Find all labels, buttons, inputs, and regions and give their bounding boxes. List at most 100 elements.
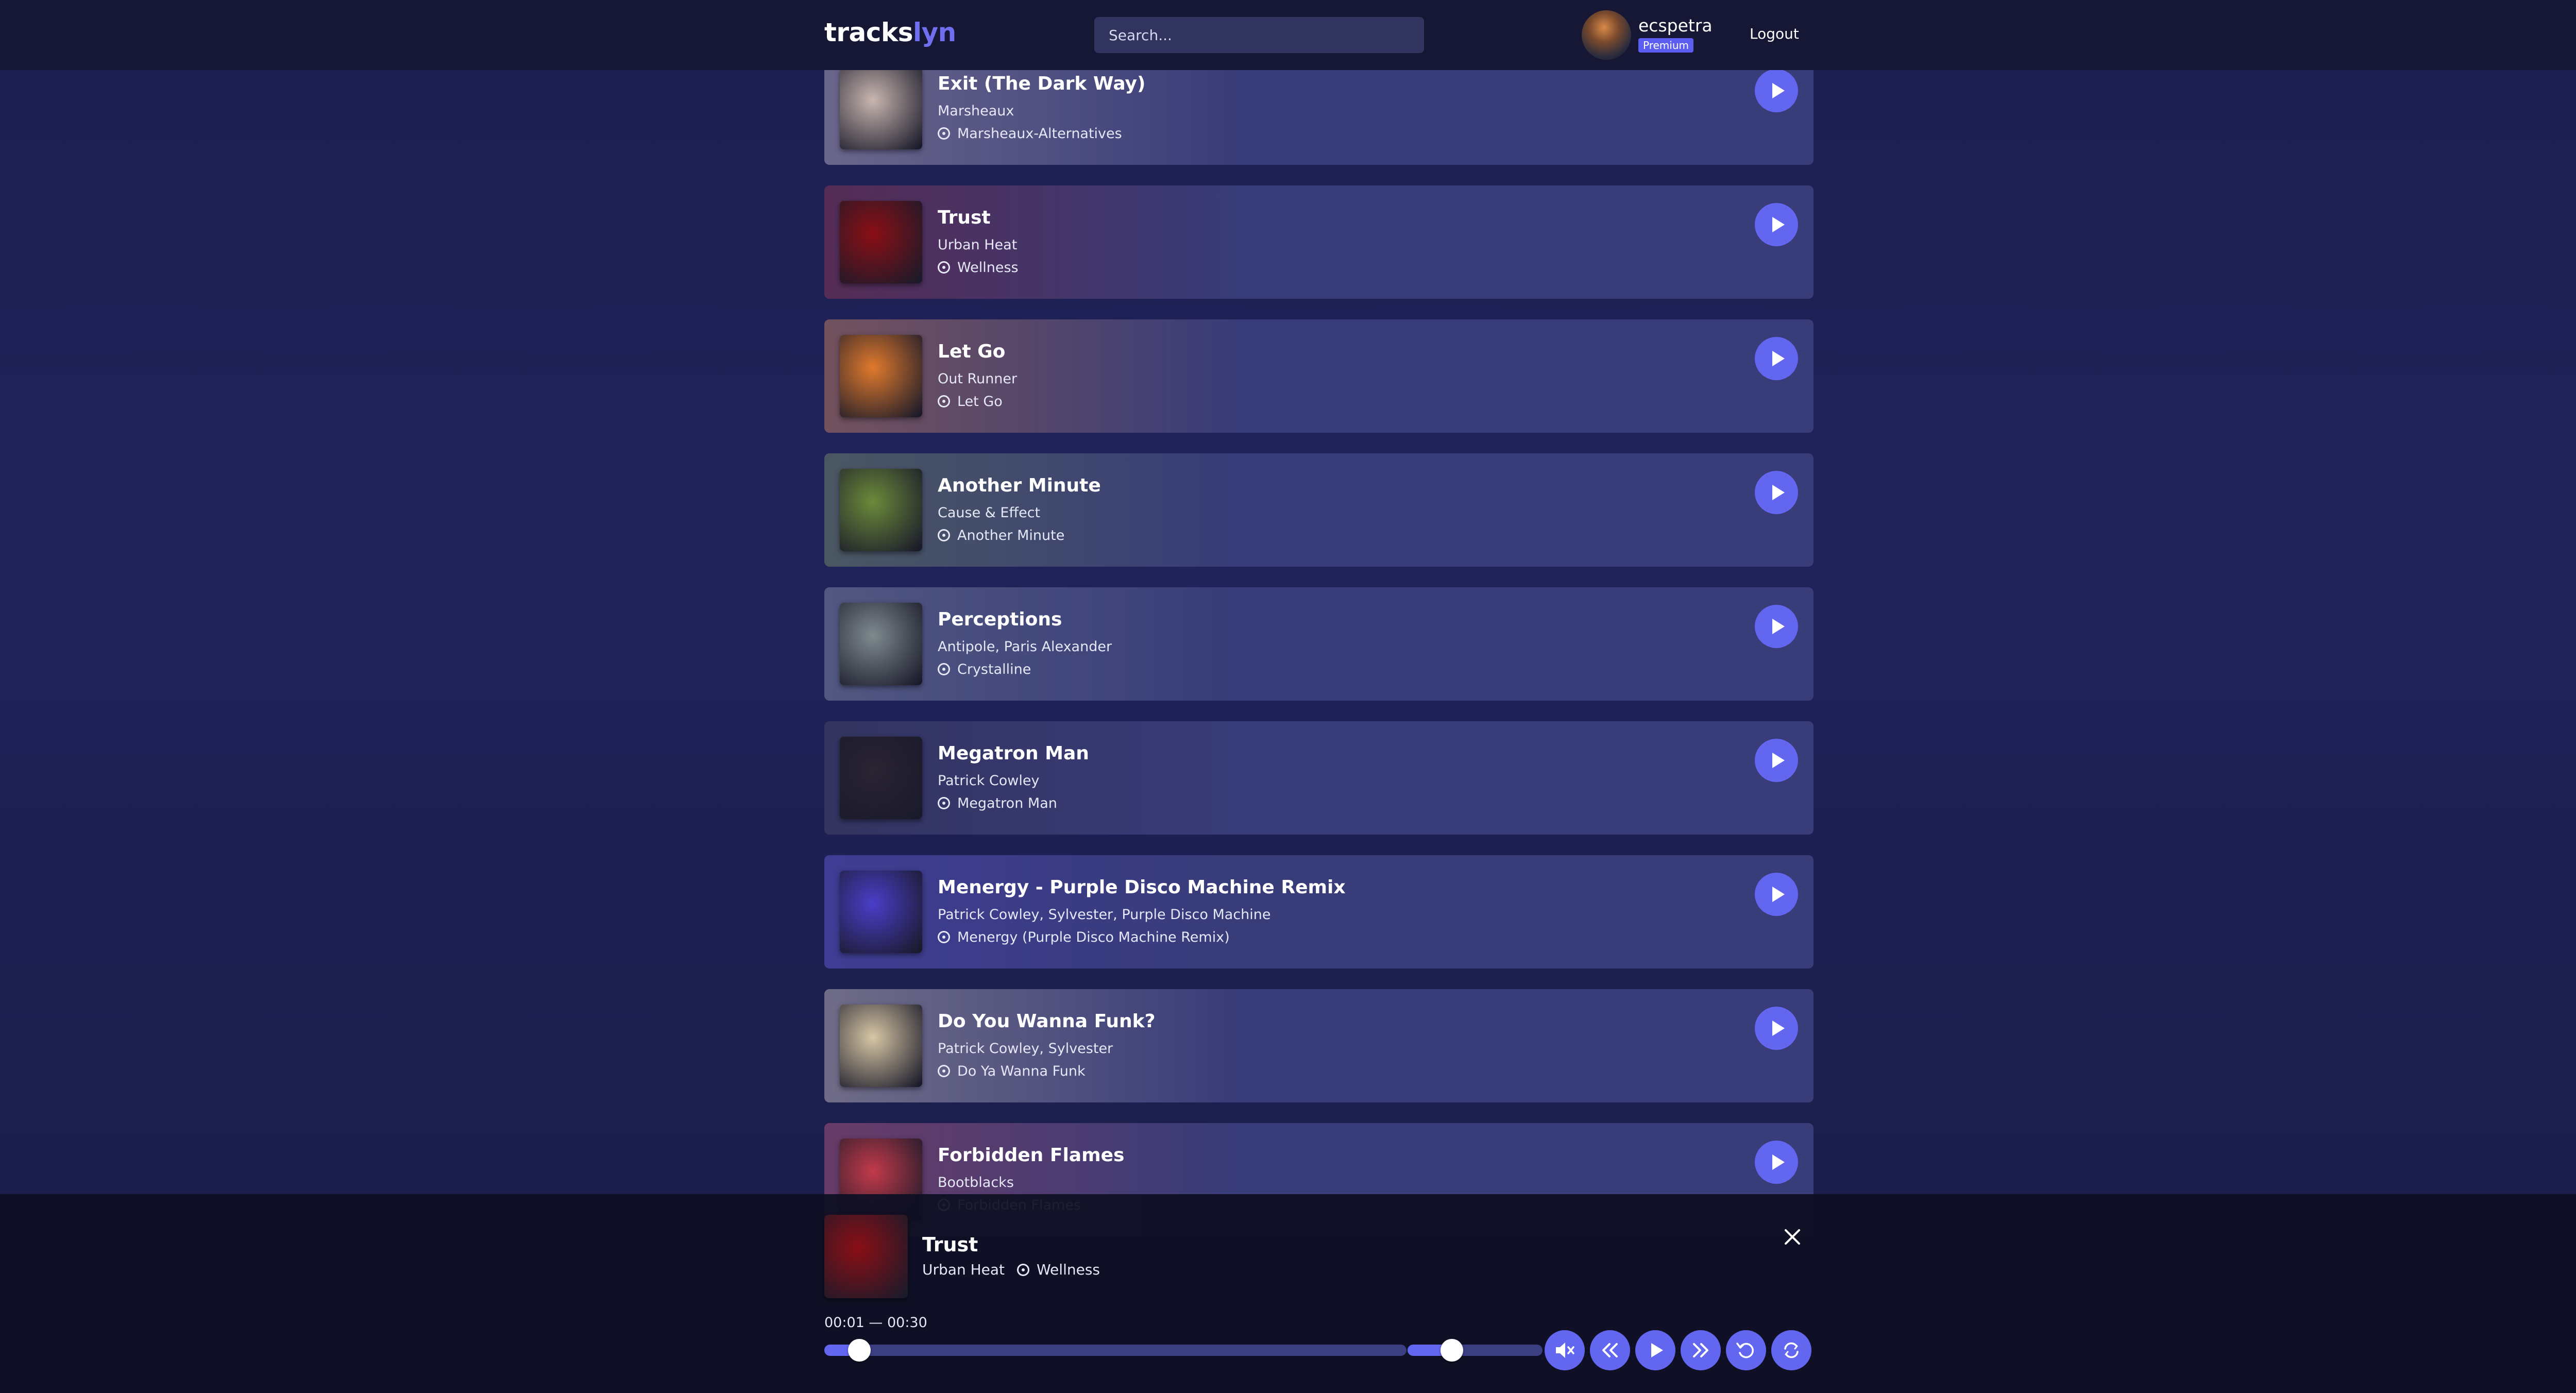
track-title[interactable]: Do You Wanna Funk? — [938, 1011, 1156, 1032]
top-header: trackslyn ecspetra Premium Logout — [0, 0, 2576, 70]
track-title[interactable]: Trust — [938, 207, 991, 228]
skip-forward-icon — [1693, 1343, 1708, 1357]
album-icon — [938, 529, 950, 541]
track-card[interactable]: Menergy - Purple Disco Machine Remix Patr… — [824, 855, 1814, 969]
logout-button[interactable]: Logout — [1750, 25, 1799, 42]
track-title[interactable]: Menergy - Purple Disco Machine Remix — [938, 877, 1346, 898]
close-icon — [1785, 1229, 1800, 1245]
track-title[interactable]: Exit (The Dark Way) — [938, 73, 1145, 94]
player-bar: Trust Urban Heat Wellness 00:01 — 00:30 — [0, 1194, 2576, 1393]
album-icon — [938, 931, 950, 943]
track-card[interactable]: Trust Urban Heat Wellness — [824, 185, 1814, 299]
track-cover-art — [840, 201, 922, 283]
track-artists[interactable]: Out Runner — [938, 371, 1017, 387]
volume-knob[interactable] — [1440, 1339, 1463, 1362]
track-card[interactable]: Let Go Out Runner Let Go — [824, 319, 1814, 433]
skip-back-button[interactable] — [1590, 1330, 1630, 1370]
track-album-name: Wellness — [957, 260, 1019, 276]
track-album[interactable]: Wellness — [938, 260, 1019, 276]
track-artists[interactable]: Marsheaux — [938, 103, 1014, 119]
track-artists[interactable]: Urban Heat — [938, 237, 1017, 253]
app-logo[interactable]: trackslyn — [824, 18, 956, 47]
logo-accent-text: lyn — [912, 18, 956, 47]
play-pause-button[interactable] — [1635, 1330, 1675, 1370]
track-album-name: Crystalline — [957, 661, 1031, 677]
track-title[interactable]: Megatron Man — [938, 743, 1089, 764]
repeat-button[interactable] — [1771, 1330, 1811, 1370]
play-track-button[interactable] — [1755, 203, 1798, 246]
track-album[interactable]: Crystalline — [938, 661, 1031, 677]
track-album-name: Another Minute — [957, 528, 1065, 543]
play-icon — [1772, 83, 1785, 98]
track-cover-art — [840, 469, 922, 551]
track-card[interactable]: Megatron Man Patrick Cowley Megatron Man — [824, 721, 1814, 835]
track-cover-art — [840, 737, 922, 819]
play-track-button[interactable] — [1755, 69, 1798, 112]
track-title[interactable]: Let Go — [938, 341, 1005, 362]
track-album[interactable]: Megatron Man — [938, 795, 1057, 811]
track-title[interactable]: Forbidden Flames — [938, 1145, 1124, 1166]
play-icon — [1772, 485, 1785, 500]
replay-icon — [1736, 1343, 1754, 1358]
search-input[interactable] — [1094, 17, 1424, 53]
track-cover-art — [840, 871, 922, 953]
track-title[interactable]: Perceptions — [938, 609, 1062, 630]
track-artists[interactable]: Bootblacks — [938, 1175, 1014, 1191]
track-cover-art — [840, 67, 922, 149]
player-album: Wellness — [1037, 1261, 1100, 1278]
track-artists[interactable]: Antipole, Paris Alexander — [938, 639, 1112, 655]
track-title[interactable]: Another Minute — [938, 475, 1101, 496]
player-track-meta: Urban Heat Wellness — [922, 1261, 1100, 1278]
play-icon — [1772, 1154, 1785, 1170]
play-icon — [1772, 217, 1785, 232]
album-icon — [938, 127, 950, 140]
play-icon — [1772, 753, 1785, 768]
track-album[interactable]: Another Minute — [938, 528, 1064, 543]
track-album[interactable]: Menergy (Purple Disco Machine Remix) — [938, 929, 1230, 945]
play-icon — [1772, 619, 1785, 634]
play-track-button[interactable] — [1755, 471, 1798, 514]
volume-slider[interactable] — [1408, 1339, 1543, 1362]
album-icon — [938, 663, 950, 675]
play-icon — [1772, 1021, 1785, 1036]
album-icon — [938, 261, 950, 274]
time-label: 00:01 — 00:30 — [824, 1315, 927, 1331]
play-track-button[interactable] — [1755, 873, 1798, 916]
track-album-name: Marsheaux-Alternatives — [957, 126, 1122, 142]
track-album[interactable]: Let Go — [938, 394, 1003, 410]
track-card[interactable]: Do You Wanna Funk? Patrick Cowley, Sylves… — [824, 989, 1814, 1102]
track-cover-art — [840, 1005, 922, 1087]
player-cover-art — [824, 1215, 908, 1298]
play-track-button[interactable] — [1755, 1007, 1798, 1050]
repeat-icon — [1784, 1342, 1799, 1358]
track-album-name: Let Go — [957, 394, 1003, 410]
track-artists[interactable]: Patrick Cowley, Sylvester, Purple Disco … — [938, 907, 1271, 923]
play-icon — [1651, 1343, 1663, 1357]
track-cover-art — [840, 603, 922, 685]
track-artists[interactable]: Patrick Cowley, Sylvester — [938, 1041, 1113, 1057]
track-album-name: Do Ya Wanna Funk — [957, 1063, 1086, 1079]
track-card[interactable]: Another Minute Cause & Effect Another Minu… — [824, 453, 1814, 567]
replay-button[interactable] — [1726, 1330, 1766, 1370]
play-track-button[interactable] — [1755, 1141, 1798, 1184]
play-icon — [1772, 351, 1785, 366]
track-album[interactable]: Marsheaux-Alternatives — [938, 126, 1122, 142]
progress-slider[interactable] — [824, 1339, 1406, 1362]
track-card[interactable]: Perceptions Antipole, Paris Alexander Crys… — [824, 587, 1814, 701]
track-album[interactable]: Do Ya Wanna Funk — [938, 1063, 1086, 1079]
track-artists[interactable]: Patrick Cowley — [938, 773, 1039, 789]
play-track-button[interactable] — [1755, 605, 1798, 648]
user-avatar[interactable] — [1582, 10, 1631, 60]
skip-back-icon — [1602, 1343, 1618, 1357]
volume-mute-icon — [1556, 1343, 1574, 1358]
progress-knob[interactable] — [848, 1339, 871, 1362]
track-artists[interactable]: Cause & Effect — [938, 505, 1040, 521]
mute-button[interactable] — [1545, 1330, 1585, 1370]
close-player-button[interactable] — [1781, 1225, 1804, 1249]
play-track-button[interactable] — [1755, 337, 1798, 380]
user-name: ecspetra — [1638, 15, 1713, 36]
play-track-button[interactable] — [1755, 739, 1798, 782]
skip-forward-button[interactable] — [1681, 1330, 1721, 1370]
album-icon — [1017, 1264, 1030, 1276]
track-album-name: Megatron Man — [957, 795, 1057, 811]
